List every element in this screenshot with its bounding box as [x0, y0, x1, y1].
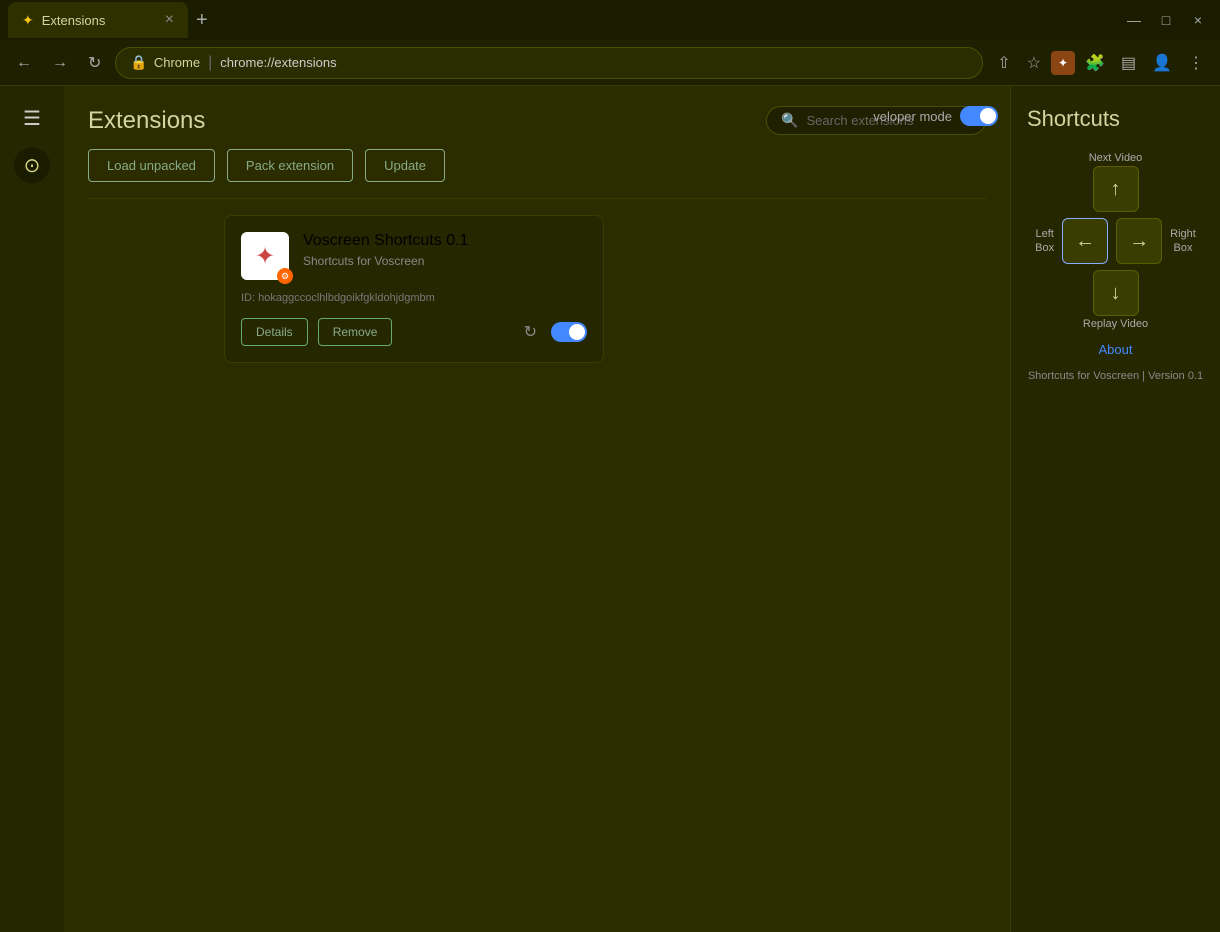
voscreen-toolbar-icon[interactable]: ✦	[1051, 51, 1075, 75]
dev-toggle-thumb	[980, 108, 996, 124]
sidebar-menu-button[interactable]: ☰	[15, 98, 49, 139]
page-layout: ☰ ⊙ Extensions 🔍 Load unpacked Pack exte…	[0, 86, 1220, 932]
minimize-button[interactable]: —	[1120, 6, 1148, 34]
refresh-button[interactable]: ↻	[82, 49, 107, 77]
extensions-puzzle-button[interactable]: 🧩	[1079, 49, 1111, 77]
menu-button[interactable]: ⋮	[1182, 49, 1210, 77]
left-box-label-2: Box	[1035, 242, 1054, 254]
lr-row: Left Box ← → Right Box	[1035, 218, 1196, 264]
tab-icon: ✦	[22, 12, 34, 29]
forward-button[interactable]: →	[46, 50, 74, 76]
active-tab[interactable]: ✦ Extensions ×	[8, 2, 188, 38]
pack-extension-button[interactable]: Pack extension	[227, 149, 353, 182]
extension-name: Voscreen Shortcuts	[303, 232, 442, 249]
replay-video-label: Replay Video	[1083, 318, 1148, 330]
extension-logo-icon: ✦	[255, 242, 275, 271]
extension-id: ID: hokaggccoclhlbdgoikfgkldohjdgmbm	[241, 292, 587, 304]
close-button[interactable]: ×	[1184, 6, 1212, 34]
down-arrow-key[interactable]: ↓	[1093, 270, 1139, 316]
up-arrow-key[interactable]: ↑	[1093, 166, 1139, 212]
extension-info: Voscreen Shortcuts 0.1 Shortcuts for Vos…	[303, 232, 587, 268]
extension-card: ✦ ⚙ Voscreen Shortcuts 0.1 Shortcuts for…	[224, 215, 604, 363]
developer-mode-label: veloper mode	[873, 109, 952, 124]
right-box-label: Right	[1170, 228, 1196, 240]
extension-card-header: ✦ ⚙ Voscreen Shortcuts 0.1 Shortcuts for…	[241, 232, 587, 280]
developer-mode-area: veloper mode	[861, 106, 1010, 126]
tab-close-button[interactable]: ×	[165, 11, 174, 29]
replay-row: ↓	[1093, 270, 1139, 316]
left-box-label: Left	[1035, 228, 1053, 240]
maximize-button[interactable]: □	[1152, 6, 1180, 34]
extension-badge: ⚙	[277, 268, 293, 284]
shortcuts-title: Shortcuts	[1027, 106, 1204, 132]
extension-description: Shortcuts for Voscreen	[303, 254, 587, 268]
left-arrow-key[interactable]: ←	[1062, 218, 1108, 264]
load-unpacked-button[interactable]: Load unpacked	[88, 149, 215, 182]
title-bar: ✦ Extensions × + — □ ×	[0, 0, 1220, 40]
extension-logo: ✦ ⚙	[241, 232, 289, 280]
page-title: Extensions	[88, 107, 205, 135]
bookmark-button[interactable]: ☆	[1021, 49, 1047, 77]
shortcuts-panel: Shortcuts Next Video ↑ Left Box ← → Righ…	[1010, 86, 1220, 932]
update-button[interactable]: Update	[365, 149, 445, 182]
sidebar-button[interactable]: ▤	[1115, 49, 1142, 77]
sidebar: ☰ ⊙	[0, 86, 64, 932]
next-video-label: Next Video	[1089, 152, 1143, 164]
address-input[interactable]: 🔒 Chrome | chrome://extensions	[115, 47, 983, 79]
extension-name-line: Voscreen Shortcuts 0.1	[303, 232, 587, 250]
toggle-track	[551, 322, 587, 342]
address-separator: |	[208, 54, 212, 72]
extension-actions: Details Remove ↻	[241, 318, 587, 346]
shortcuts-grid: Next Video ↑ Left Box ← → Right Box ↓	[1027, 152, 1204, 330]
main-content: Extensions 🔍 Load unpacked Pack extensio…	[64, 86, 1010, 932]
cast-button[interactable]: ⇧	[991, 49, 1016, 77]
right-box-label-2: Box	[1174, 242, 1193, 254]
tab-title: Extensions	[42, 13, 106, 28]
extensions-list: ✦ ⚙ Voscreen Shortcuts 0.1 Shortcuts for…	[64, 199, 1010, 932]
url-path: chrome://extensions	[220, 55, 336, 70]
toggle-thumb	[569, 324, 585, 340]
remove-button[interactable]: Remove	[318, 318, 393, 346]
next-video-row: ↑	[1093, 166, 1139, 212]
details-button[interactable]: Details	[241, 318, 308, 346]
extension-toggle[interactable]	[551, 322, 587, 342]
right-arrow-key[interactable]: →	[1116, 218, 1162, 264]
new-tab-button[interactable]: +	[188, 9, 216, 32]
action-buttons: Load unpacked Pack extension Update	[64, 149, 1010, 198]
window-controls: — □ ×	[1120, 6, 1212, 34]
site-name: Chrome	[154, 55, 200, 70]
profile-button[interactable]: 👤	[1146, 49, 1178, 77]
extension-refresh-button[interactable]: ↻	[520, 318, 541, 346]
extension-version: 0.1	[446, 232, 468, 249]
address-bar: ← → ↻ 🔒 Chrome | chrome://extensions ⇧ ☆…	[0, 40, 1220, 86]
tab-area: ✦ Extensions × +	[8, 2, 1120, 38]
developer-mode-toggle[interactable]	[960, 106, 998, 126]
back-button[interactable]: ←	[10, 50, 38, 76]
about-link[interactable]: About	[1027, 342, 1204, 357]
search-icon: 🔍	[781, 112, 798, 129]
shortcuts-footer: Shortcuts for Voscreen | Version 0.1	[1027, 369, 1204, 384]
security-icon: 🔒	[130, 54, 147, 71]
toolbar-icons: ⇧ ☆ ✦ 🧩 ▤ 👤 ⋮	[991, 49, 1210, 77]
extensions-logo: ⊙	[14, 147, 50, 183]
